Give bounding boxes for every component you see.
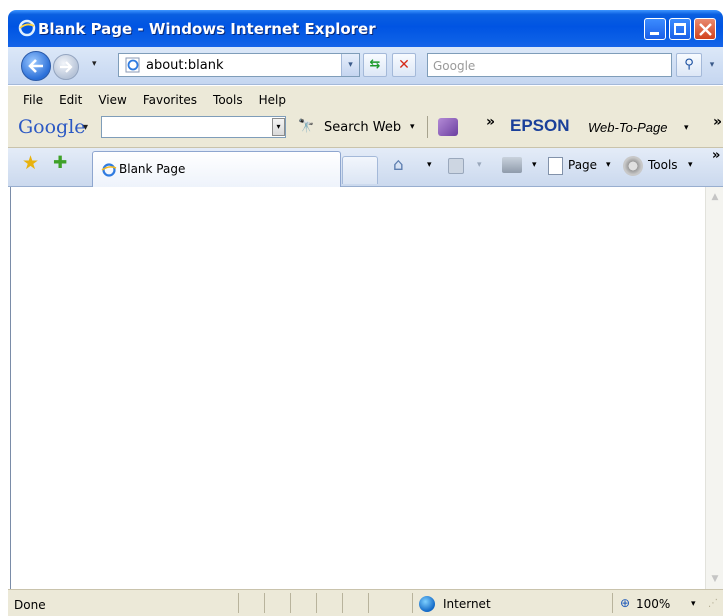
stop-icon: ✕: [398, 57, 410, 73]
status-divider: [316, 593, 317, 613]
printer-icon[interactable]: [502, 157, 522, 173]
google-menu-dropdown[interactable]: ▾: [83, 122, 88, 133]
feeds-icon[interactable]: [448, 158, 464, 174]
search-web-button[interactable]: Search Web: [324, 120, 401, 135]
address-input[interactable]: about:blank: [146, 58, 224, 73]
web-to-page-dropdown[interactable]: ▾: [684, 123, 689, 133]
search-web-dropdown[interactable]: ▾: [410, 122, 415, 132]
status-divider: [412, 593, 413, 613]
maximize-button[interactable]: [669, 18, 691, 40]
window-title: Blank Page - Windows Internet Explorer: [38, 20, 376, 38]
command-bar-overflow-chevron[interactable]: »: [712, 148, 720, 163]
security-zone-label[interactable]: Internet: [443, 597, 491, 611]
page-dropdown[interactable]: ▾: [606, 160, 611, 170]
toolbar-separator: [427, 116, 428, 138]
binoculars-icon[interactable]: 🔭: [298, 119, 314, 134]
menu-edit[interactable]: Edit: [51, 93, 90, 107]
stop-button[interactable]: ✕: [392, 53, 416, 77]
forward-button[interactable]: [53, 54, 79, 80]
navigation-bar: ▾ about:blank ▾ ⇆ ✕ Google ⚲ ▾: [8, 47, 723, 85]
tools-dropdown[interactable]: ▾: [688, 160, 693, 170]
tab-ie-icon: [101, 163, 117, 177]
vertical-scrollbar[interactable]: ▲ ▼: [705, 187, 723, 589]
status-divider: [264, 593, 265, 613]
home-dropdown[interactable]: ▾: [427, 160, 432, 170]
add-to-favorites-icon[interactable]: ✚: [53, 153, 67, 173]
minimize-button[interactable]: [644, 18, 666, 40]
bookmark-icon[interactable]: [438, 118, 458, 136]
zoom-dropdown[interactable]: ▾: [691, 599, 696, 609]
page-content-area[interactable]: [10, 187, 705, 589]
page-menu-button[interactable]: Page: [568, 158, 597, 172]
refresh-button[interactable]: ⇆: [363, 53, 387, 77]
favorites-center-star-icon[interactable]: ★: [22, 152, 39, 174]
search-options-dropdown[interactable]: ▾: [704, 53, 720, 77]
back-button[interactable]: [21, 51, 51, 81]
tab-label: Blank Page: [119, 162, 186, 176]
close-button[interactable]: [694, 18, 716, 40]
status-divider: [368, 593, 369, 613]
tab-blank-page[interactable]: Blank Page: [92, 151, 341, 187]
refresh-icon: ⇆: [369, 57, 381, 72]
print-dropdown[interactable]: ▾: [532, 160, 537, 170]
menu-tools[interactable]: Tools: [205, 93, 251, 107]
menu-help[interactable]: Help: [251, 93, 294, 107]
status-divider: [238, 593, 239, 613]
gear-icon[interactable]: [623, 156, 643, 176]
ie-logo-icon: [18, 19, 36, 37]
more-buttons-chevron[interactable]: »: [486, 114, 495, 130]
tab-command-bar: ★ ✚ Blank Page ⌂ ▾ ▾ ▾ Page ▾ Tools ▾ »: [8, 148, 723, 187]
search-placeholder: Google: [433, 59, 476, 73]
search-icon: ⚲: [684, 57, 694, 72]
web-to-page-button[interactable]: Web-To-Page: [588, 120, 668, 135]
zoom-icon[interactable]: ⊕: [620, 596, 630, 610]
zoom-level[interactable]: 100%: [636, 597, 670, 611]
globe-icon: [419, 596, 435, 612]
scroll-down-arrow-icon[interactable]: ▼: [707, 571, 723, 587]
address-bar[interactable]: about:blank ▾: [118, 53, 360, 77]
title-bar[interactable]: Blank Page - Windows Internet Explorer: [8, 10, 723, 47]
search-input[interactable]: Google: [427, 53, 672, 77]
recent-pages-dropdown[interactable]: ▾: [92, 59, 97, 69]
toolbar-band: File Edit View Favorites Tools Help Goog…: [8, 86, 723, 148]
address-dropdown-button[interactable]: ▾: [341, 54, 359, 76]
maximize-icon: [674, 23, 686, 35]
epson-logo[interactable]: EPSON: [510, 116, 570, 136]
back-arrow-icon: [28, 59, 43, 73]
status-divider: [342, 593, 343, 613]
forward-arrow-icon: [60, 61, 73, 73]
page-ie-icon: [125, 57, 140, 73]
google-search-input[interactable]: [101, 116, 286, 138]
close-icon: [699, 23, 712, 36]
feeds-dropdown[interactable]: ▾: [477, 160, 482, 170]
page-icon[interactable]: [548, 157, 563, 175]
menu-view[interactable]: View: [90, 93, 134, 107]
new-tab-button[interactable]: [342, 156, 378, 184]
status-bar: Done Internet ⊕ 100% ▾ ⋰: [8, 589, 723, 616]
menu-bar: File Edit View Favorites Tools Help: [15, 92, 294, 108]
menu-favorites[interactable]: Favorites: [135, 93, 205, 107]
minimize-icon: [650, 32, 659, 35]
search-button[interactable]: ⚲: [676, 53, 702, 77]
status-text: Done: [14, 598, 46, 612]
home-icon[interactable]: ⌂: [393, 155, 404, 175]
google-search-history-dropdown[interactable]: ▾: [272, 118, 285, 136]
resize-grip-icon[interactable]: ⋰: [708, 598, 718, 609]
tools-menu-button[interactable]: Tools: [648, 158, 678, 172]
menu-file[interactable]: File: [15, 93, 51, 107]
scroll-up-arrow-icon[interactable]: ▲: [707, 189, 723, 205]
status-divider: [290, 593, 291, 613]
toolbar-overflow-chevron[interactable]: »: [713, 114, 722, 130]
google-logo[interactable]: Google: [18, 116, 86, 138]
status-divider: [612, 593, 613, 613]
